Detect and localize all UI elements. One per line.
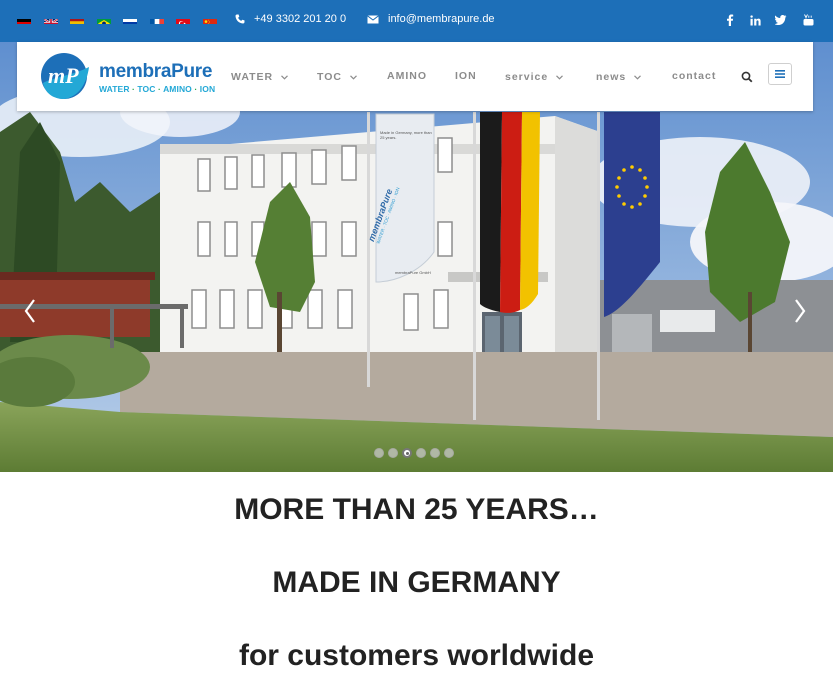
logo-tagline: WATER · TOC · AMINO · ION: [99, 84, 215, 94]
banner-flag-text: Made in Germany, more than 25 years.: [380, 130, 432, 140]
nav-item-service[interactable]: service: [505, 71, 564, 83]
flag-cn-icon[interactable]: [202, 15, 217, 24]
top-bar: +49 3302 201 20 0 info@membrapure.de: [0, 0, 833, 42]
chevron-down-icon: [634, 74, 642, 80]
nav-item-contact[interactable]: contact: [672, 70, 716, 82]
hamburger-icon: [775, 70, 785, 78]
nav-label-news: news: [596, 71, 627, 83]
tag-water: WATER: [99, 84, 130, 94]
slider-dot[interactable]: [374, 448, 384, 458]
nav-label-water: WATER: [231, 71, 274, 83]
twitter-icon[interactable]: [774, 13, 788, 27]
flag-fr-icon[interactable]: [149, 15, 164, 24]
flag-br-icon[interactable]: [96, 15, 111, 24]
phone-number: +49 3302 201 20 0: [254, 13, 347, 25]
search-icon[interactable]: [741, 70, 753, 83]
youtube-icon[interactable]: [801, 13, 815, 27]
slider-pagination: [374, 448, 458, 458]
nav-item-ion[interactable]: ION: [455, 70, 477, 82]
menu-toggle-button[interactable]: [768, 63, 792, 85]
nav-label-service: service: [505, 71, 549, 83]
nav-label-ion: ION: [455, 70, 477, 82]
logo-brand: membraPure: [99, 61, 213, 82]
nav-label-contact: contact: [672, 70, 717, 82]
doorplate-text: membraPure GmbH: [395, 270, 431, 275]
tag-sep-2: ·: [155, 84, 164, 94]
heading-years: MORE THAN 25 YEARS…: [234, 493, 599, 526]
tag-sep-3: ·: [191, 84, 200, 94]
email-contact[interactable]: info@membrapure.de: [367, 13, 495, 25]
slider-dot[interactable]: [430, 448, 440, 458]
chevron-down-icon: [556, 74, 564, 80]
slider-dot[interactable]: [402, 448, 412, 458]
nav-item-toc[interactable]: TOC: [317, 71, 357, 83]
nav-label-amino: AMINO: [387, 70, 427, 82]
tag-toc: TOC: [137, 84, 156, 94]
slider-next-arrow-icon[interactable]: [790, 296, 810, 326]
banner-small-text: Made in Germany, more than 25 years.: [380, 130, 432, 140]
tag-amino: AMINO: [163, 84, 192, 94]
heading-worldwide: for customers worldwide: [238, 639, 595, 672]
language-switcher: [17, 15, 229, 24]
heading-made-in-germany: MADE IN GERMANY: [272, 566, 561, 599]
doorplate: membraPure GmbH: [395, 270, 431, 275]
flag-tr-icon[interactable]: [176, 15, 190, 24]
main-navigation: mP membraPure WATER · TOC · AMINO · ION …: [17, 42, 813, 111]
slider-dot[interactable]: [416, 448, 426, 458]
flag-en-icon[interactable]: [43, 15, 58, 24]
logo-mark-icon: mP: [41, 53, 89, 99]
slider-dot[interactable]: [444, 448, 454, 458]
phone-icon: [235, 14, 245, 24]
phone-contact[interactable]: +49 3302 201 20 0: [235, 13, 346, 25]
linkedin-icon[interactable]: [748, 13, 762, 27]
tag-ion: ION: [199, 84, 216, 94]
envelope-icon: [367, 14, 379, 23]
chevron-down-icon: [350, 74, 357, 80]
nav-label-toc: TOC: [317, 71, 342, 83]
logo[interactable]: mP membraPure WATER · TOC · AMINO · ION: [39, 53, 215, 99]
email-address: info@membrapure.de: [388, 13, 495, 25]
nav-item-amino[interactable]: AMINO: [387, 70, 427, 82]
slider-prev-arrow-icon[interactable]: [20, 296, 40, 326]
svg-text:mP: mP: [48, 63, 79, 88]
slider-dot[interactable]: [388, 448, 398, 458]
flag-es-icon[interactable]: [70, 15, 84, 24]
chevron-down-icon: [281, 74, 289, 80]
facebook-icon[interactable]: [723, 13, 737, 27]
nav-item-water[interactable]: WATER: [231, 71, 289, 83]
flag-ru-icon[interactable]: [123, 15, 137, 24]
flag-de-icon[interactable]: [17, 15, 31, 24]
nav-item-news[interactable]: news: [596, 71, 642, 83]
